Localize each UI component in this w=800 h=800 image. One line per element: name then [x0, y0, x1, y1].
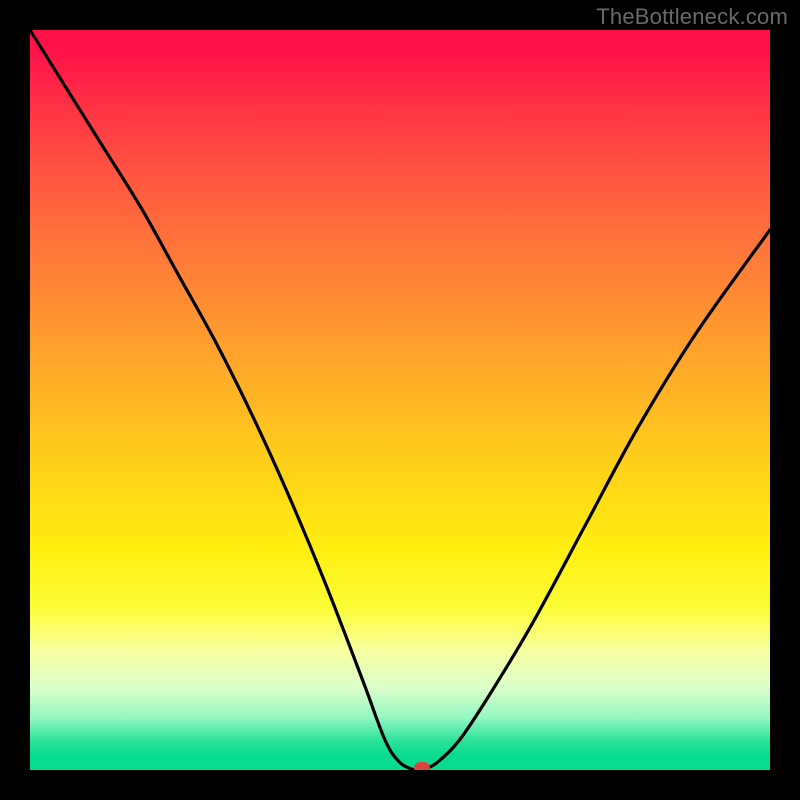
- plot-area: [30, 30, 770, 770]
- bottleneck-curve: [30, 30, 770, 770]
- watermark-text: TheBottleneck.com: [596, 4, 788, 30]
- curve-path: [30, 30, 770, 770]
- optimum-marker: [414, 762, 430, 770]
- chart-frame: TheBottleneck.com: [0, 0, 800, 800]
